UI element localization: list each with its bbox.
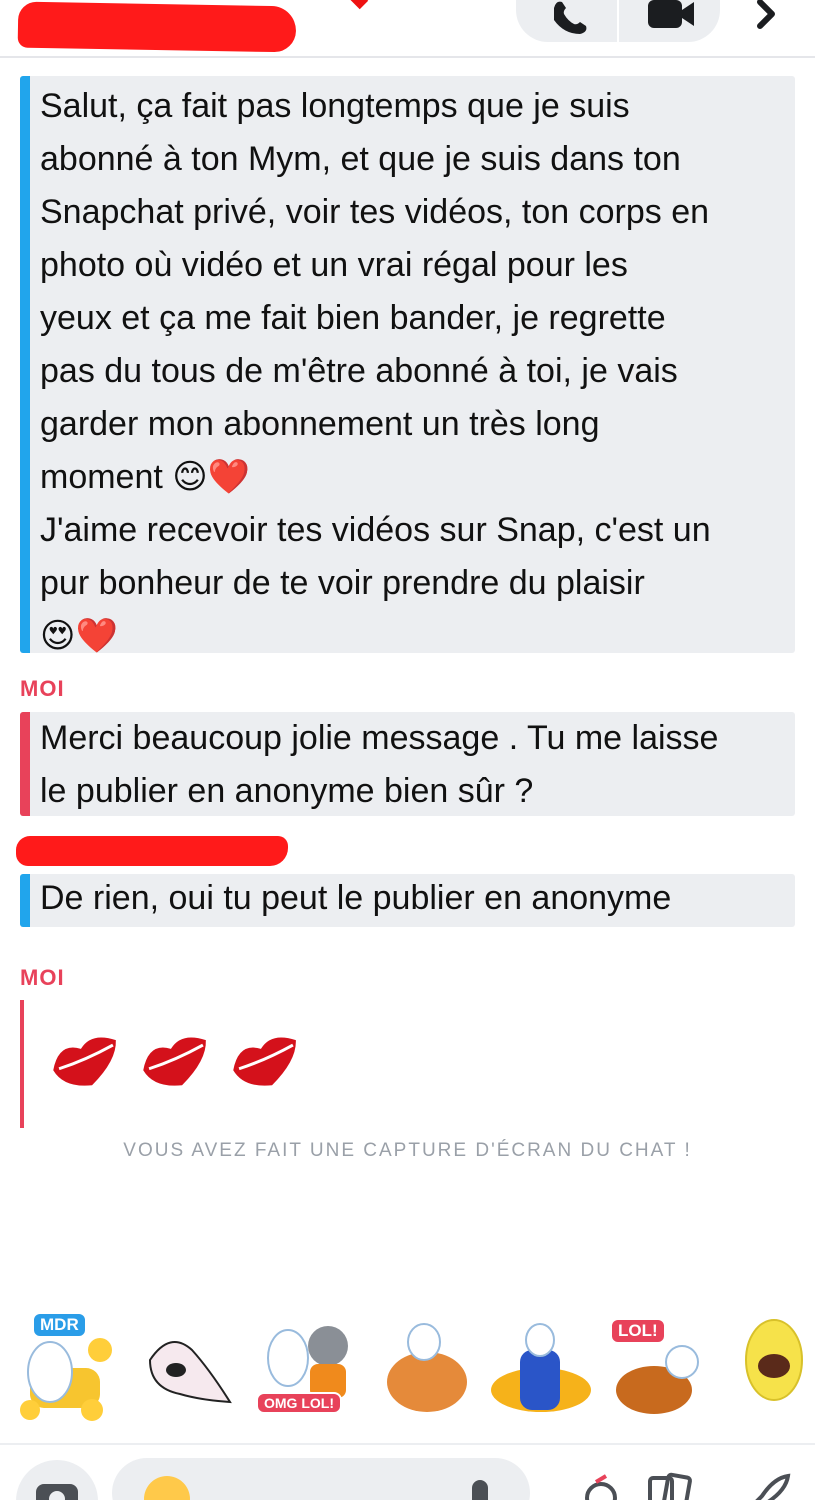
lol-chicken-sticker[interactable]: LOL! <box>604 1310 714 1425</box>
emoji-message-text: 💋💋💋 <box>20 1000 24 1001</box>
phone-icon <box>554 1 587 35</box>
camera-icon <box>36 1484 78 1500</box>
ghost-sticker-art <box>148 1341 232 1404</box>
kiss-mark-icon <box>233 1037 296 1086</box>
more-button[interactable] <box>742 0 792 40</box>
explosion-art <box>491 1323 591 1412</box>
emoji-message: 💋💋💋 <box>20 1000 420 1128</box>
rocket-icon[interactable] <box>740 1472 794 1500</box>
microphone-icon[interactable] <box>472 1480 488 1500</box>
camera-button[interactable] <box>16 1460 98 1500</box>
smiley-icon[interactable] <box>144 1476 190 1500</box>
divider <box>617 0 619 42</box>
chat-header <box>0 0 815 58</box>
message-text: Merci beaucoup jolie message . Tu me lai… <box>40 719 719 810</box>
message-text: De rien, oui tu peut le publier en anony… <box>40 879 672 917</box>
sender-label-me: MOI <box>20 676 65 701</box>
sender-color-bar <box>20 874 30 927</box>
video-camera-icon <box>648 0 694 28</box>
sender-color-bar <box>20 712 30 816</box>
message-bubble-incoming: De rien, oui tu peut le publier en anony… <box>20 874 795 927</box>
call-button-group <box>516 0 720 42</box>
message-text: Salut, ça fait pas longtemps que je suis… <box>40 87 711 655</box>
message-bubble-outgoing: Merci beaucoup jolie message . Tu me lai… <box>20 712 795 816</box>
explosion-sticker[interactable] <box>486 1310 596 1425</box>
screenshot-notice: VOUS AVEZ FAIT UNE CAPTURE D'ÉCRAN DU CH… <box>123 1140 692 1161</box>
lemon-sticker[interactable] <box>730 1310 815 1425</box>
heart-icon <box>349 0 369 10</box>
kiss-mark-icon <box>53 1037 116 1086</box>
redacted-contact-name <box>17 1 297 53</box>
redacted-sender-name <box>16 836 288 866</box>
message-input[interactable] <box>112 1458 530 1500</box>
phone-call-button[interactable] <box>516 0 616 42</box>
divider <box>0 1443 815 1445</box>
sticker-label: LOL! <box>610 1318 666 1344</box>
video-call-button[interactable] <box>620 0 720 42</box>
cards-icon[interactable] <box>642 1472 696 1500</box>
fat-cat-sticker[interactable] <box>372 1310 482 1425</box>
laughing-ghost-sticker[interactable] <box>130 1310 240 1425</box>
mdr-sticker[interactable]: MDR <box>10 1310 120 1425</box>
sender-color-bar <box>20 1000 24 1128</box>
sticker-suggestions: MDR OMG LOL! LOL! <box>0 1310 815 1430</box>
chevron-right-icon <box>757 0 775 29</box>
lemon-art <box>745 1319 803 1401</box>
omg-lol-cat-sticker[interactable]: OMG LOL! <box>250 1310 360 1425</box>
sticker-label: MDR <box>32 1312 87 1338</box>
sticker-icon[interactable] <box>574 1472 628 1500</box>
sticker-label: OMG LOL! <box>256 1392 342 1414</box>
kiss-mark-icon <box>143 1037 206 1086</box>
sender-color-bar <box>20 76 30 653</box>
sender-label-me: MOI <box>20 965 65 990</box>
fat-cat-art <box>387 1323 467 1412</box>
message-bubble-incoming: Salut, ça fait pas longtemps que je suis… <box>20 76 795 655</box>
